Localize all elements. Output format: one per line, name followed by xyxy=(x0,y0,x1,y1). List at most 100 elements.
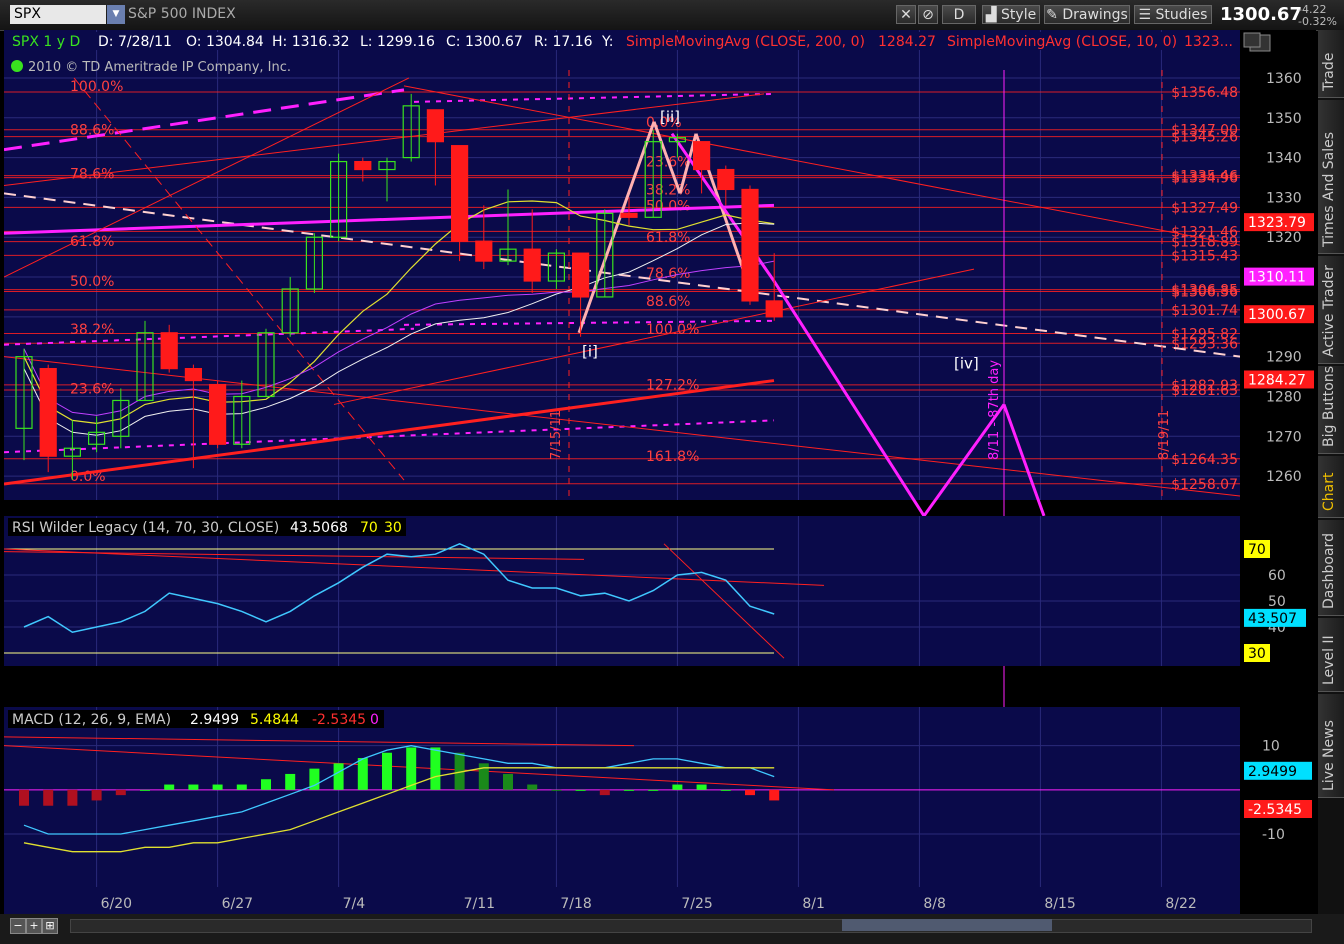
candle-body xyxy=(451,145,469,242)
header-sma10: SimpleMovingAvg (CLOSE, 10, 0) xyxy=(947,34,1177,50)
price-tag-label: 1300.67 xyxy=(1248,307,1306,323)
side-tab-trade[interactable]: Trade xyxy=(1318,30,1344,98)
price-tick-label: 1290 xyxy=(1266,350,1302,366)
header-close: C: 1300.67 xyxy=(446,34,523,50)
macd-histogram-bar xyxy=(357,758,368,790)
macd-histogram-bar xyxy=(261,779,271,790)
candle-body xyxy=(571,252,590,298)
period-d-button[interactable]: D xyxy=(942,5,976,24)
chart-area[interactable]: $1356.48 $1347.00 $1345.26 $1335.46 $1334.96… xyxy=(3,30,1316,914)
side-tab-dashboard[interactable]: Dashboard xyxy=(1318,520,1344,616)
macd-avg: 5.4844 xyxy=(250,712,299,728)
fib-right-label: 61.8% xyxy=(646,230,690,246)
side-tab-label: Live News xyxy=(1321,720,1337,791)
zoom-out-icon[interactable]: − xyxy=(10,918,26,934)
price-tick-label: 1360 xyxy=(1266,71,1302,87)
chart-scroll-thumb[interactable] xyxy=(842,919,1052,931)
candle-body xyxy=(39,368,57,457)
rsi-tag-label: 70 xyxy=(1248,542,1266,558)
side-tab-label: Active Trader xyxy=(1321,265,1337,357)
side-tab-big-buttons[interactable]: Big Buttons xyxy=(1318,366,1344,454)
symbol-input[interactable]: SPX xyxy=(10,5,106,24)
macd-tick-label: -10 xyxy=(1262,827,1285,843)
header-high: H: 1316.32 xyxy=(272,34,350,50)
horizontal-level-label: $1345.26 xyxy=(1171,130,1238,146)
horizontal-level-label: $1315.43 xyxy=(1171,248,1238,264)
macd-value: 2.9499 xyxy=(190,712,239,728)
macd-histogram-bar xyxy=(333,763,344,790)
macd-zero: 0 xyxy=(370,712,379,728)
x-tick-label: 7/25 xyxy=(681,896,712,912)
macd-tag-label: 2.9499 xyxy=(1248,764,1297,780)
crosshair-icon[interactable]: ✕ xyxy=(896,5,916,24)
drawings-icon: ✎ xyxy=(1046,7,1058,23)
studies-icon: ☰ xyxy=(1138,7,1152,23)
rsi-tag-label: 30 xyxy=(1248,646,1266,662)
chart-settings-icon[interactable] xyxy=(1243,32,1261,48)
price-panel xyxy=(4,30,1240,500)
x-tick-label: 6/27 xyxy=(222,896,253,912)
symbol-description: S&P 500 INDEX xyxy=(128,6,236,22)
x-tick-label: 8/8 xyxy=(923,896,946,912)
fib-right-label: 50.0% xyxy=(646,198,690,214)
chart-scrollbar[interactable] xyxy=(70,919,1312,933)
macd-histogram-bar xyxy=(672,784,683,790)
macd-histogram-bar xyxy=(285,773,296,790)
zoom-in-icon[interactable]: + xyxy=(26,918,42,934)
side-tab-chart[interactable]: Chart xyxy=(1318,456,1344,518)
macd-histogram-bar xyxy=(745,789,755,796)
copyright-text: 2010 © TD Ameritrade IP Company, Inc. xyxy=(28,60,291,75)
side-tab-live-news[interactable]: Live News xyxy=(1318,694,1344,798)
macd-panel xyxy=(4,707,1240,887)
macd-histogram-bar xyxy=(503,773,513,790)
candle-body xyxy=(692,141,711,171)
rsi-panel xyxy=(4,516,1240,666)
side-tab-label: Dashboard xyxy=(1321,533,1337,609)
side-tab-label: Level II xyxy=(1321,635,1337,685)
side-tab-active-trader[interactable]: Active Trader xyxy=(1318,256,1344,364)
macd-tag-label: -2.5345 xyxy=(1248,802,1302,818)
horizontal-level-label: $1264.35 xyxy=(1171,452,1238,468)
header-symbol-period: SPX 1 y D xyxy=(12,34,80,50)
x-tick-label: 8/22 xyxy=(1165,896,1196,912)
company-logo-icon xyxy=(11,60,23,72)
horizontal-level-label: $1258.07 xyxy=(1171,477,1238,493)
side-tab-times-and-sales[interactable]: Times And Sales xyxy=(1318,100,1344,254)
macd-histogram-bar xyxy=(527,784,538,790)
wave-label-i: [i] xyxy=(582,343,598,361)
side-tab-label: Big Buttons xyxy=(1321,365,1337,447)
rsi-tick-label: 50 xyxy=(1268,594,1286,610)
candle-body xyxy=(717,168,735,191)
fib-left-label: 23.6% xyxy=(70,382,114,398)
price-tick-label: 1330 xyxy=(1266,190,1302,206)
fib-right-label: 100.0% xyxy=(646,322,699,338)
last-price: 1300.67 xyxy=(1220,4,1302,25)
macd-histogram-bar xyxy=(769,789,780,801)
header-date: D: 7/28/11 xyxy=(98,34,172,50)
horizontal-level-label: $1301.74 xyxy=(1171,303,1238,319)
drawings-button[interactable]: ✎ Drawings xyxy=(1044,5,1130,24)
x-tick-label: 6/20 xyxy=(101,896,132,912)
style-label: Style xyxy=(1001,7,1037,23)
side-tabs: Trade Times And Sales Active Trader Big But… xyxy=(1318,30,1344,914)
chart-svg[interactable]: $1356.48$1347.00$1345.26$1335.46$1334.96… xyxy=(3,30,1316,914)
macd-histogram-bar xyxy=(382,752,392,790)
x-tick-label: 7/18 xyxy=(560,896,591,912)
studies-button[interactable]: ☰ Studies xyxy=(1134,5,1212,24)
candle-body xyxy=(209,383,227,445)
zoom-fit-icon[interactable]: ⊞ xyxy=(42,918,58,934)
style-button[interactable]: ▟ Style xyxy=(982,5,1040,24)
macd-histogram-bar xyxy=(19,789,29,806)
macd-histogram-bar xyxy=(599,789,610,796)
macd-diff: -2.5345 xyxy=(312,712,366,728)
side-tab-level-ii[interactable]: Level II xyxy=(1318,618,1344,692)
style-icon: ▟ xyxy=(985,7,997,23)
rsi-os-level: 30 xyxy=(384,520,402,536)
price-tag-label: 1310.11 xyxy=(1248,270,1306,286)
link-icon[interactable]: ⊘ xyxy=(918,5,938,24)
candle-body xyxy=(523,248,541,282)
fib-right-label: 161.8% xyxy=(646,449,699,465)
header-range: R: 17.16 xyxy=(534,34,593,50)
symbol-dropdown-icon[interactable]: ▼ xyxy=(107,5,125,24)
macd-histogram-bar xyxy=(212,784,223,790)
